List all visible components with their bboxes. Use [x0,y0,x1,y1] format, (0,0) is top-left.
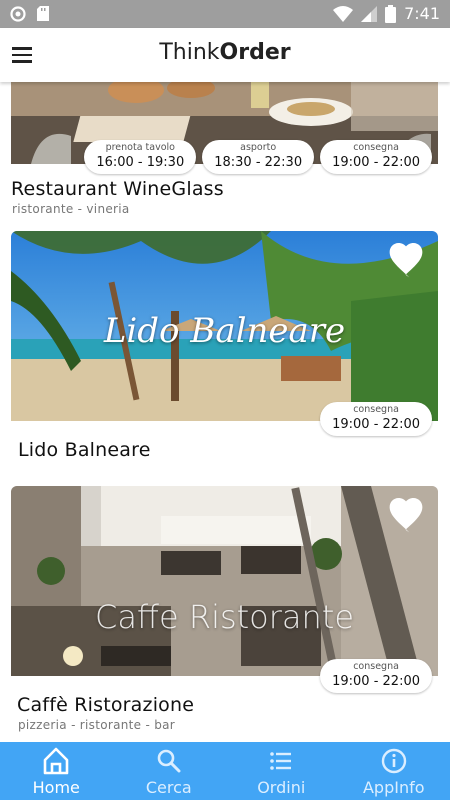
restaurant-image-caption: Caffe Ristorante [94,598,355,636]
service-pill-takeaway: asporto 18:30 - 22:30 [202,140,315,174]
restaurant-list: prenota tavolo 16:00 - 19:30 asporto 18:30… [0,82,450,742]
search-icon [157,749,181,773]
nav-appinfo-label: AppInfo [362,778,425,797]
list-icon [270,752,292,770]
nav-orders[interactable]: Ordini [225,742,338,800]
battery-icon [385,4,397,23]
service-pill-delivery: consegna 19:00 - 22:00 [320,659,432,693]
nav-home[interactable]: Home [0,742,113,800]
app-title-bold: Order [219,40,291,65]
app-bar: ThinkOrder [0,28,450,82]
sd-card-icon [37,6,49,21]
service-pill-table: prenota tavolo 16:00 - 19:30 [84,140,197,174]
wifi-icon [333,5,354,22]
restaurant-subtitle: pizzeria - ristorante - bar [18,718,176,732]
home-icon [43,747,69,775]
restaurant-image [11,486,438,676]
nav-home-label: Home [32,778,80,797]
info-icon [381,748,406,774]
service-pill-delivery: consegna 19:00 - 22:00 [320,402,432,436]
app-title-light: Think [159,40,220,65]
favorite-heart-icon[interactable] [386,498,426,534]
app-title: ThinkOrder [0,40,450,65]
restaurant-name: Lido Balneare [18,439,151,461]
bottom-navigation: Home Cerca Ordini AppInfo [0,742,450,800]
restaurant-name: Restaurant WineGlass [11,178,224,200]
restaurant-image-caption: Lido Balneare [103,311,346,351]
nav-orders-label: Ordini [257,778,306,797]
restaurant-card[interactable]: Caffe Ristorante consegna 19:00 - 22:00 C… [11,486,438,742]
restaurant-card[interactable]: prenota tavolo 16:00 - 19:30 asporto 18:30… [11,82,438,220]
notification-circle-icon [10,5,26,22]
nav-search[interactable]: Cerca [113,742,226,800]
restaurant-name: Caffè Ristorazione [17,694,195,716]
status-time: 7:41 [404,4,440,23]
nav-search-label: Cerca [145,778,192,797]
cellular-signal-icon [361,5,378,22]
status-bar: 7:41 [0,0,450,28]
favorite-heart-icon[interactable] [386,243,426,279]
service-pill-delivery: consegna 19:00 - 22:00 [320,140,432,174]
restaurant-subtitle: ristorante - vineria [12,202,130,216]
nav-appinfo[interactable]: AppInfo [338,742,450,800]
restaurant-card[interactable]: Lido Balneare consegna 19:00 - 22:00 Lido… [11,231,438,475]
